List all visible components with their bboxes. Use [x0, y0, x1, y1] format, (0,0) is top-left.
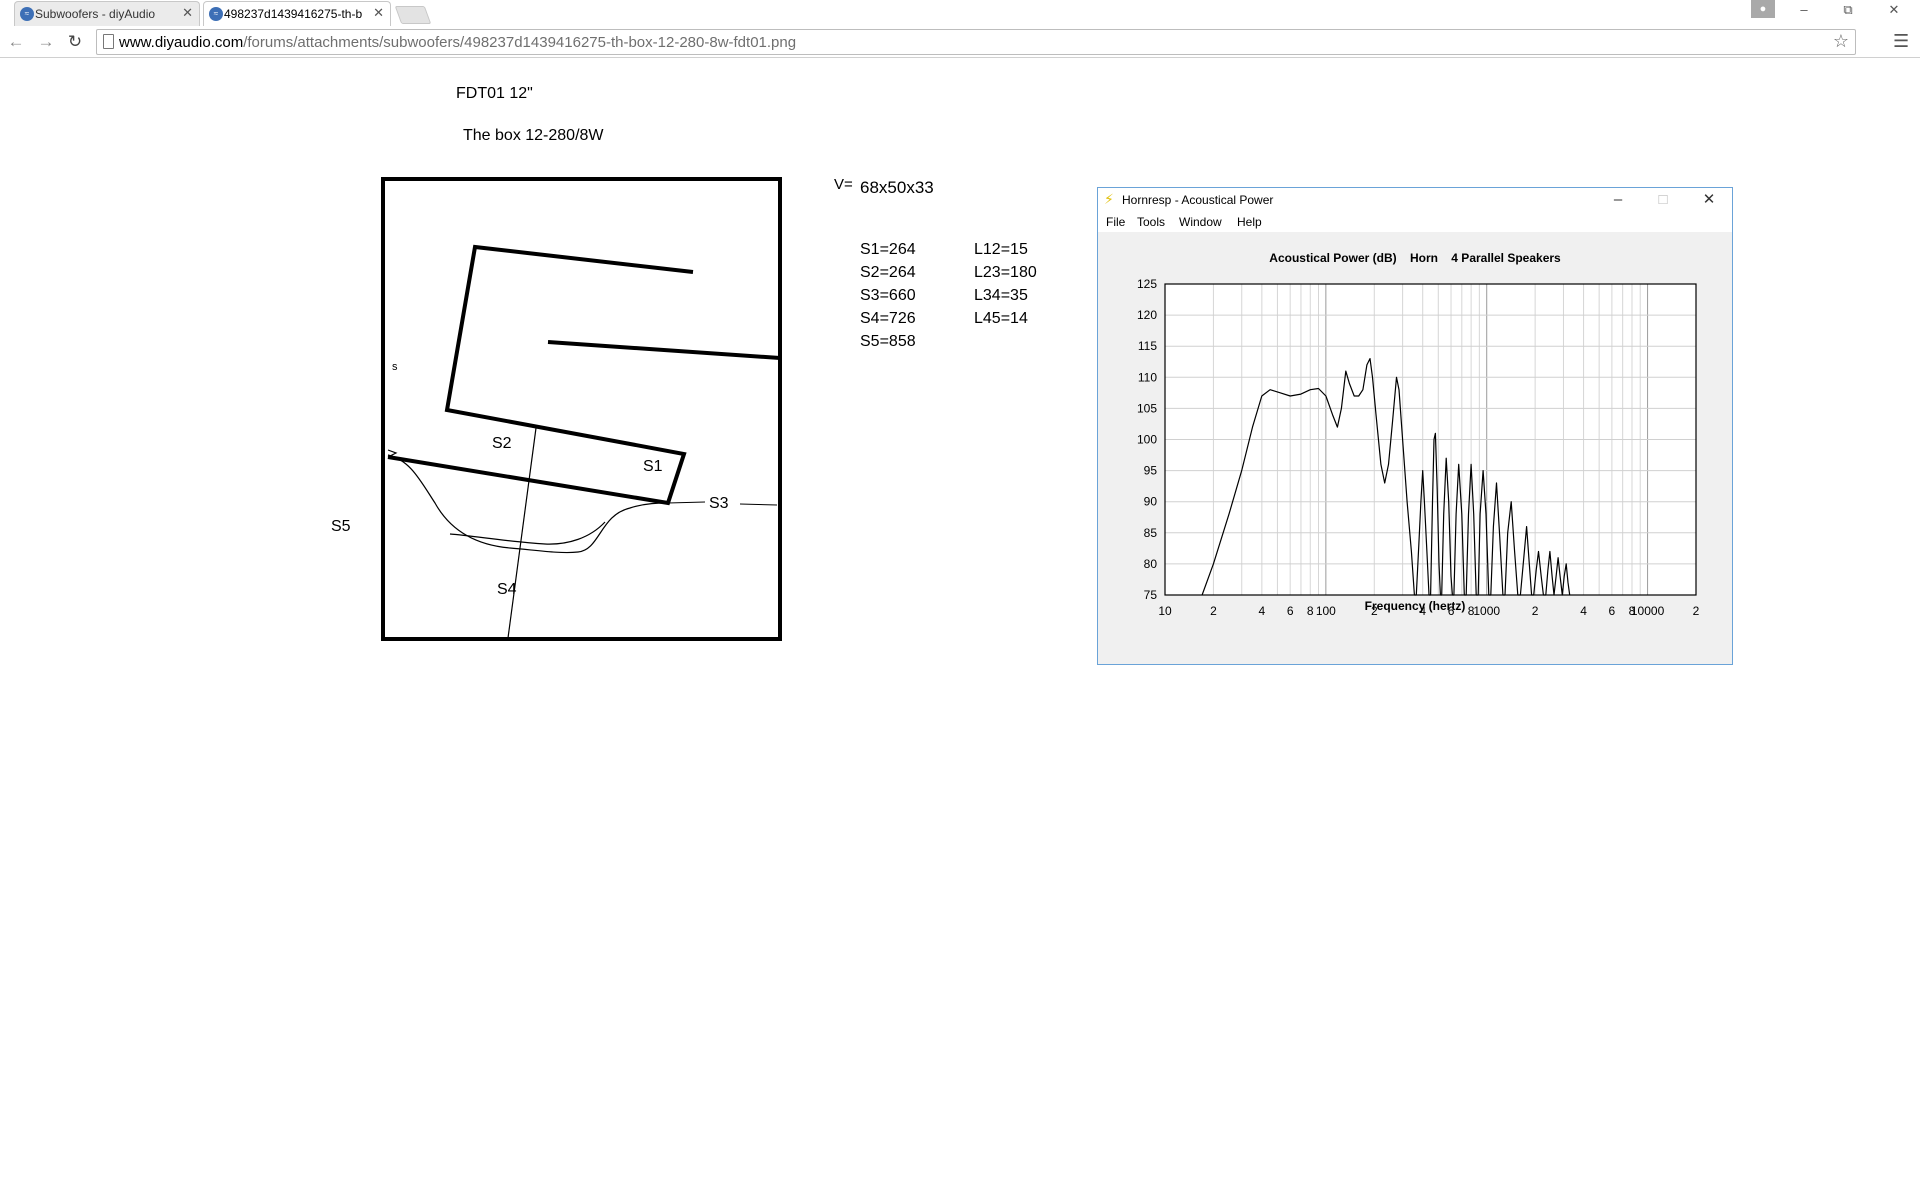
inner-baffle	[547, 340, 781, 360]
s4-curve	[449, 521, 606, 545]
y-tick-label: 125	[1137, 277, 1157, 291]
l-value: L34=35	[974, 287, 1028, 304]
page-icon	[103, 34, 114, 49]
maximize-icon[interactable]: □	[1643, 189, 1683, 211]
hornresp-window-title: Hornresp - Acoustical Power	[1122, 193, 1274, 207]
tab-strip: ≈ Subwoofers - diyAudio ✕ ≈ 498237d14394…	[0, 0, 1920, 26]
edge-mark: s	[392, 361, 398, 373]
image-title-box: The box 12-280/8W	[463, 127, 604, 144]
x-tick-label: 2	[1693, 604, 1700, 618]
s-value: S3=660	[860, 287, 916, 304]
menu-help[interactable]: Help	[1237, 215, 1262, 229]
tab-label: 498237d1439416275-th-b	[224, 7, 363, 21]
acoustical-power-chart: Acoustical Power (dB) Horn 4 Parallel Sp…	[1137, 251, 1700, 618]
x-tick-label: 6	[1287, 604, 1294, 618]
x-tick-label: 2	[1210, 604, 1217, 618]
minimize-icon[interactable]: –	[1598, 189, 1638, 211]
volume-value: 68x50x33	[860, 178, 934, 197]
s-value: S4=726	[860, 310, 916, 327]
menu-icon[interactable]: ☰	[1893, 31, 1909, 52]
x-tick-label: 10	[1158, 604, 1172, 618]
lightning-bolt-icon: ⚡	[1104, 191, 1114, 207]
x-tick-label: 100	[1316, 604, 1336, 618]
label-s3: S3	[709, 495, 729, 512]
x-tick-label: 2	[1532, 604, 1539, 618]
s4-measure-line	[507, 427, 537, 639]
s4-curve	[387, 454, 669, 554]
s-value: S1=264	[860, 241, 916, 258]
l-value: L45=14	[974, 310, 1028, 327]
address-bar[interactable]: www.diyaudio.com/forums/attachments/subw…	[96, 29, 1856, 55]
x-tick-label: 10000	[1631, 604, 1665, 618]
horn-box-diagram: s S2 S1 S3 S4	[381, 177, 782, 641]
s3-leader-line	[667, 501, 706, 504]
menu-window[interactable]: Window	[1179, 215, 1222, 229]
image-title-model: FDT01 12"	[456, 85, 533, 102]
restore-window-icon[interactable]: ⧉	[1834, 2, 1862, 18]
y-tick-label: 95	[1144, 464, 1158, 478]
x-tick-label: 4	[1419, 604, 1426, 618]
x-tick-label: 4	[1580, 604, 1587, 618]
tab-attachment[interactable]: ≈ 498237d1439416275-th-b ✕	[203, 1, 391, 26]
menu-file[interactable]: File	[1106, 215, 1125, 229]
y-tick-label: 105	[1137, 401, 1157, 415]
url-path: /forums/attachments/subwoofers/498237d14…	[243, 34, 797, 51]
close-window-icon[interactable]: ✕	[1880, 2, 1908, 18]
hornresp-titlebar[interactable]: ⚡ Hornresp - Acoustical Power – □ ✕	[1098, 188, 1732, 212]
tab-subwoofers[interactable]: ≈ Subwoofers - diyAudio ✕	[14, 1, 200, 26]
x-tick-label: 2	[1371, 604, 1378, 618]
y-tick-label: 85	[1144, 526, 1158, 540]
y-tick-label: 100	[1137, 433, 1157, 447]
diyaudio-favicon-icon: ≈	[20, 7, 34, 21]
diyaudio-favicon-icon: ≈	[209, 7, 223, 21]
grid-layer	[1165, 284, 1696, 595]
close-tab-icon[interactable]: ✕	[373, 5, 384, 21]
y-tick-label: 80	[1144, 557, 1158, 571]
l-value: L12=15	[974, 241, 1028, 258]
x-tick-label: 4	[1259, 604, 1266, 618]
tab-label: Subwoofers - diyAudio	[35, 7, 156, 21]
label-s1: S1	[643, 458, 663, 475]
forward-arrow-icon[interactable]: →	[34, 31, 58, 53]
x-tick-label: 6	[1609, 604, 1616, 618]
close-tab-icon[interactable]: ✕	[182, 5, 193, 21]
reload-icon[interactable]: ↻	[63, 31, 87, 53]
y-tick-label: 120	[1137, 308, 1157, 322]
label-s2: S2	[492, 435, 512, 452]
menu-tools[interactable]: Tools	[1137, 215, 1165, 229]
star-icon[interactable]: ☆	[1833, 31, 1849, 52]
volume-label: V=	[834, 176, 853, 193]
box-outline	[381, 177, 782, 641]
x-tick-label: 1000	[1473, 604, 1500, 618]
url-host: www.diyaudio.com	[119, 34, 244, 51]
x-tick-label: 8	[1307, 604, 1314, 618]
l-value: L23=180	[974, 264, 1037, 281]
s3-leader-line	[739, 503, 778, 506]
hornresp-window[interactable]: ⚡ Hornresp - Acoustical Power – □ ✕ File…	[1097, 187, 1733, 665]
label-s4: S4	[497, 581, 517, 598]
hornresp-menubar: File Tools Window Help	[1098, 212, 1732, 232]
back-arrow-icon[interactable]: ←	[4, 31, 28, 53]
close-icon[interactable]: ✕	[1689, 189, 1729, 211]
profile-icon[interactable]: ●	[1751, 0, 1775, 18]
y-tick-label: 110	[1138, 370, 1157, 384]
s-value: S2=264	[860, 264, 916, 281]
y-tick-label: 75	[1144, 588, 1158, 602]
browser-toolbar: ← → ↻ www.diyaudio.com/forums/attachment…	[0, 26, 1920, 58]
x-tick-label: 6	[1448, 604, 1455, 618]
y-tick-label: 115	[1138, 339, 1157, 353]
new-tab-button[interactable]	[394, 6, 432, 24]
url-text[interactable]: www.diyaudio.com/forums/attachments/subw…	[119, 34, 796, 51]
y-tick-label: 90	[1144, 495, 1158, 509]
s-value: S5=858	[860, 333, 916, 350]
chart-title: Acoustical Power (dB) Horn 4 Parallel Sp…	[1269, 251, 1561, 265]
label-s5: S5	[331, 518, 351, 535]
minimize-window-icon[interactable]: –	[1790, 2, 1818, 17]
